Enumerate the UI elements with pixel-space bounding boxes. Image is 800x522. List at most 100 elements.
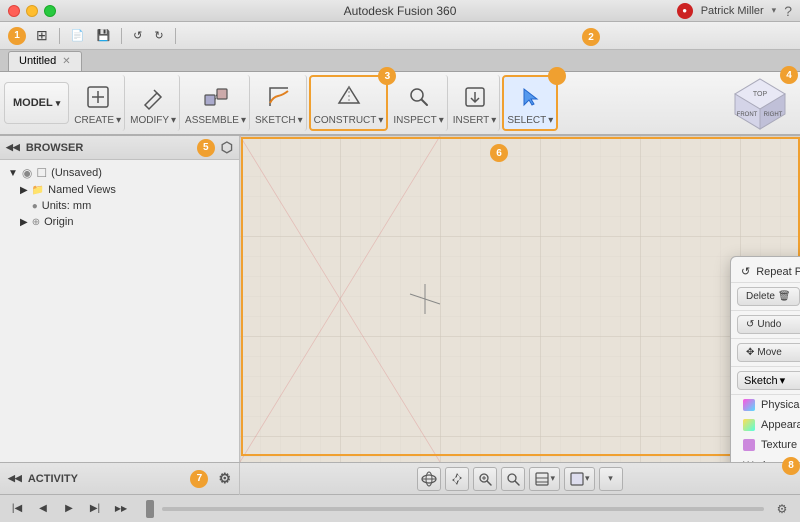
tree-item-named-views[interactable]: ▶ 📁 Named Views bbox=[4, 182, 235, 198]
inspect-group[interactable]: INSPECT ▾ bbox=[390, 75, 447, 131]
select-group[interactable]: SELECT ▾ bbox=[502, 75, 558, 131]
tree-units-label: Units: mm bbox=[42, 200, 92, 212]
tree-eye-icon: ◉ bbox=[22, 166, 32, 180]
repeat-icon: ↺ bbox=[741, 265, 750, 278]
timeline-marker[interactable] bbox=[146, 500, 154, 518]
zoom-fit-button[interactable] bbox=[473, 467, 497, 491]
app-title: Autodesk Fusion 360 bbox=[344, 4, 457, 18]
activity-title: ACTIVITY bbox=[28, 473, 78, 485]
undo-button[interactable]: ↺ Undo bbox=[737, 315, 800, 334]
tree-expand-views[interactable]: ▶ bbox=[20, 185, 28, 196]
orbit-button[interactable] bbox=[417, 467, 441, 491]
timeline-rewind-button[interactable]: |◀ bbox=[8, 500, 26, 518]
assemble-label: ASSEMBLE bbox=[185, 115, 239, 126]
minimize-button[interactable] bbox=[26, 5, 38, 17]
user-arrow[interactable]: ▾ bbox=[772, 5, 777, 16]
tree-folder-icon: 📁 bbox=[32, 185, 44, 196]
timeline-next-button[interactable]: ▶| bbox=[86, 500, 104, 518]
context-menu: ↺ Repeat Physical Material Delete 🗑 ↖ Pr… bbox=[730, 256, 800, 462]
browser-expand-button[interactable]: ⬡ bbox=[221, 139, 233, 156]
tab-close-button[interactable]: ✕ bbox=[62, 56, 70, 67]
delete-icon: 🗑 bbox=[778, 291, 791, 302]
tree-item-units[interactable]: ▶ ● Units: mm bbox=[4, 198, 235, 214]
construct-group[interactable]: 3 CONSTRUCT ▾ bbox=[309, 75, 389, 131]
tree-item-origin[interactable]: ▶ ⊕ Origin bbox=[4, 214, 235, 230]
new-file-button[interactable]: 📄 bbox=[67, 27, 89, 44]
undo-label: Undo bbox=[757, 319, 781, 330]
context-menu-row3: ✥ Move Hole bbox=[731, 339, 800, 367]
texture-map-icon bbox=[743, 439, 755, 451]
redo-button[interactable]: ↻ bbox=[150, 27, 167, 44]
tab-label: Untitled bbox=[19, 55, 56, 67]
repeat-physical-material-button[interactable]: ↺ Repeat Physical Material bbox=[731, 261, 800, 283]
menu-item-appearance[interactable]: Appearance bbox=[731, 415, 800, 435]
tree-origin-icon: ⊕ bbox=[32, 217, 40, 228]
browser-panel: ◀◀ BROWSER 5 ⬡ ▼ ◉ ☐ (Unsaved) ▶ 📁 Named… bbox=[0, 136, 240, 462]
more-options-button[interactable]: ▾ bbox=[599, 467, 623, 491]
create-arrow: ▾ bbox=[116, 115, 121, 126]
content-area: ◀◀ BROWSER 5 ⬡ ▼ ◉ ☐ (Unsaved) ▶ 📁 Named… bbox=[0, 136, 800, 462]
activity-panel: ◀◀ ACTIVITY 7 ⚙ bbox=[0, 463, 240, 495]
quick-access-toolbar: 1 ⊞ 📄 💾 ↺ ↻ 2 bbox=[0, 22, 800, 50]
timeline-play-button[interactable]: ▶ bbox=[60, 500, 78, 518]
callout-1: 1 bbox=[8, 27, 26, 45]
activity-settings[interactable]: ⚙ bbox=[218, 470, 231, 487]
move-icon: ✥ bbox=[746, 347, 754, 358]
sketch-dropdown-arrow: ▾ bbox=[780, 374, 786, 387]
visual-style-button[interactable]: ▾ bbox=[564, 467, 595, 491]
callout-5: 5 bbox=[197, 139, 215, 157]
assemble-group[interactable]: ASSEMBLE ▾ bbox=[182, 75, 250, 131]
user-name[interactable]: Patrick Miller bbox=[701, 5, 764, 17]
model-selector[interactable]: MODEL ▾ bbox=[4, 82, 69, 124]
sketch-icon bbox=[263, 81, 295, 113]
menu-texture-label: Texture Map Controls bbox=[761, 439, 800, 451]
viewport[interactable]: 6 ↺ Repeat Physical Material Delete 🗑 ↖ … bbox=[240, 136, 800, 462]
tree-units-icon: ● bbox=[32, 201, 38, 212]
save-button[interactable]: 💾 bbox=[92, 27, 114, 44]
sketch-arrow: ▾ bbox=[298, 115, 303, 126]
maximize-button[interactable] bbox=[44, 5, 56, 17]
close-button[interactable] bbox=[8, 5, 20, 17]
menu-item-texture-map[interactable]: Texture Map Controls bbox=[731, 435, 800, 455]
display-arrow: ▾ bbox=[550, 473, 555, 484]
delete-button[interactable]: Delete 🗑 bbox=[737, 287, 800, 306]
tree-item-root[interactable]: ▼ ◉ ☐ (Unsaved) bbox=[4, 164, 235, 182]
browser-tree: ▼ ◉ ☐ (Unsaved) ▶ 📁 Named Views ▶ ● Unit… bbox=[0, 160, 239, 462]
view-cube-svg: TOP RIGHT FRONT bbox=[730, 74, 790, 134]
zoom-button[interactable] bbox=[501, 467, 525, 491]
browser-header: ◀◀ BROWSER 5 ⬡ bbox=[0, 136, 239, 160]
display-mode-button[interactable]: ▾ bbox=[529, 467, 560, 491]
bottom-toolbar: 8 ▾ ▾ ▾ bbox=[240, 467, 800, 491]
pan-button[interactable] bbox=[445, 467, 469, 491]
view-cube-area[interactable]: 4 TOP RIGHT FRONT bbox=[720, 72, 800, 136]
undo-button[interactable]: ↺ bbox=[129, 27, 146, 44]
activity-collapse[interactable]: ◀◀ bbox=[8, 473, 22, 484]
insert-group[interactable]: INSERT ▾ bbox=[450, 75, 501, 131]
timeline-prev-button[interactable]: ◀ bbox=[34, 500, 52, 518]
context-menu-row2: ↺ Undo Redo ↻ bbox=[731, 311, 800, 339]
help-button[interactable]: ? bbox=[784, 3, 792, 19]
create-label: CREATE bbox=[74, 115, 114, 126]
inspect-arrow: ▾ bbox=[439, 115, 444, 126]
tree-expand-root[interactable]: ▼ bbox=[8, 168, 18, 179]
grid-toggle-button[interactable]: ⊞ bbox=[32, 25, 52, 46]
modify-group[interactable]: MODIFY ▾ bbox=[127, 75, 180, 131]
sketch-dropdown-label: Sketch bbox=[744, 375, 778, 387]
svg-text:RIGHT: RIGHT bbox=[764, 112, 783, 118]
callout-6: 6 bbox=[490, 144, 508, 162]
inspect-label: INSPECT bbox=[393, 115, 436, 126]
tree-expand-origin[interactable]: ▶ bbox=[20, 217, 28, 228]
browser-collapse-button[interactable]: ◀◀ bbox=[6, 142, 20, 153]
sketch-group[interactable]: SKETCH ▾ bbox=[252, 75, 307, 131]
move-button[interactable]: ✥ Move bbox=[737, 343, 800, 362]
sketch-dropdown[interactable]: Sketch ▾ bbox=[737, 371, 800, 390]
menu-item-physical-material[interactable]: Physical Material bbox=[731, 395, 800, 415]
untitled-tab[interactable]: Untitled ✕ bbox=[8, 51, 82, 71]
visual-arrow: ▾ bbox=[585, 473, 590, 484]
timeline-end-button[interactable]: ▶▶ bbox=[112, 500, 130, 518]
assemble-icon bbox=[200, 81, 232, 113]
create-group[interactable]: CREATE ▾ bbox=[71, 75, 125, 131]
viewport-grid bbox=[240, 136, 800, 462]
bottom-area: ◀◀ ACTIVITY 7 ⚙ 8 ▾ ▾ ▾ bbox=[0, 462, 800, 494]
move-label: Move bbox=[757, 347, 781, 358]
